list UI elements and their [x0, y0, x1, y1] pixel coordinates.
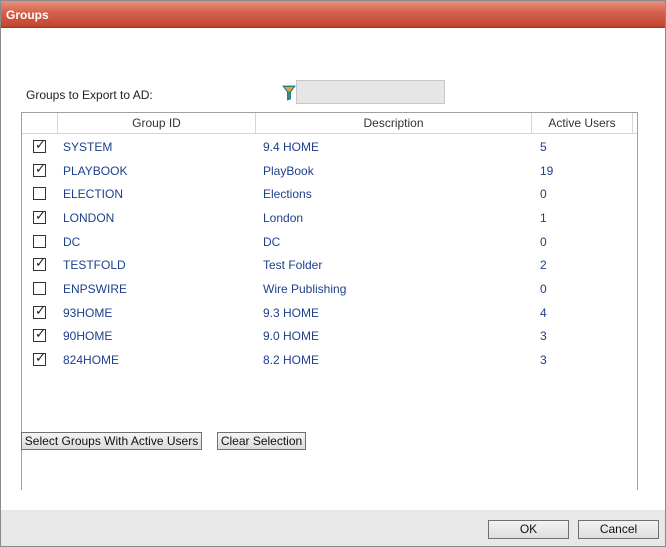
active-users-cell: 0 [540, 234, 547, 249]
check-icon: ✓ [35, 303, 46, 319]
cancel-button[interactable]: Cancel [578, 520, 659, 539]
group-id-cell: PLAYBOOK [63, 163, 128, 178]
table-row[interactable]: ✓ PLAYBOOK PlayBook 19 [22, 159, 633, 182]
row-checkbox[interactable]: ✓ [33, 350, 46, 366]
description-cell: London [263, 210, 304, 225]
group-id-cell: 824HOME [63, 352, 120, 367]
group-id-cell: TESTFOLD [63, 258, 126, 273]
group-id-cell: DC [63, 234, 81, 249]
description-cell: 9.4 HOME [263, 140, 320, 154]
clear-selection-button[interactable]: Clear Selection [217, 432, 306, 450]
table-row[interactable]: ✓ 824HOME 8.2 HOME 3 [22, 348, 633, 371]
active-users-cell: 1 [540, 210, 547, 225]
table-row[interactable]: ✓ TESTFOLD Test Folder 2 [22, 253, 633, 276]
check-icon: ✓ [35, 138, 46, 153]
description-cell: 9.0 HOME [263, 329, 320, 344]
table-row[interactable]: ✓ LONDON London 1 [22, 206, 633, 229]
header-active-users[interactable]: Active Users [532, 113, 633, 134]
table-row[interactable]: ✓ 90HOME 9.0 HOME 3 [22, 324, 633, 347]
group-id-cell: ENPSWIRE [63, 281, 128, 296]
group-id-cell: LONDON [63, 210, 115, 225]
row-checkbox[interactable] [33, 234, 46, 248]
table-row[interactable]: ✓ SYSTEM 9.4 HOME 5 [22, 135, 633, 158]
dialog-footer: OK Cancel [1, 510, 665, 546]
ok-button[interactable]: OK [488, 520, 569, 539]
description-cell: Test Folder [263, 258, 323, 273]
check-icon: ✓ [35, 327, 46, 343]
grid-header: Group ID Description Active Users [22, 113, 637, 134]
description-cell: 8.2 HOME [263, 352, 320, 367]
description-cell: PlayBook [263, 163, 314, 178]
table-row[interactable]: ENPSWIRE Wire Publishing 0 [22, 277, 633, 300]
filter-label: Groups to Export to AD: [26, 88, 153, 102]
groups-dialog: Groups Groups to Export to AD: Group ID … [0, 0, 666, 547]
active-users-cell: 3 [540, 329, 547, 344]
active-users-cell: 4 [540, 305, 547, 320]
group-id-cell: 93HOME [63, 305, 113, 320]
row-checkbox[interactable]: ✓ [33, 327, 46, 343]
filter-input[interactable] [296, 80, 445, 104]
group-id-cell: SYSTEM [63, 140, 113, 154]
filter-icon [282, 85, 296, 101]
check-icon: ✓ [35, 161, 46, 177]
header-group-id[interactable]: Group ID [58, 113, 256, 134]
row-checkbox[interactable]: ✓ [33, 208, 46, 224]
row-checkbox[interactable] [33, 281, 46, 295]
active-users-cell: 0 [540, 187, 547, 202]
group-id-cell: 90HOME [63, 329, 113, 344]
description-cell: Wire Publishing [263, 281, 347, 296]
active-users-cell: 5 [540, 140, 547, 154]
check-icon: ✓ [35, 256, 46, 272]
row-checkbox[interactable] [33, 187, 46, 201]
description-cell: Elections [263, 187, 312, 202]
check-icon: ✓ [35, 350, 46, 366]
check-icon: ✓ [35, 208, 46, 224]
description-cell: 9.3 HOME [263, 305, 320, 320]
row-checkbox[interactable]: ✓ [33, 138, 46, 153]
title-bar[interactable]: Groups [1, 1, 665, 28]
row-checkbox[interactable]: ✓ [33, 256, 46, 272]
table-row[interactable]: ELECTION Elections 0 [22, 182, 633, 205]
header-select-column[interactable] [22, 113, 58, 134]
active-users-cell: 19 [540, 163, 554, 178]
active-users-cell: 3 [540, 352, 547, 367]
row-checkbox[interactable]: ✓ [33, 161, 46, 177]
active-users-cell: 0 [540, 281, 547, 296]
active-users-cell: 2 [540, 258, 547, 273]
description-cell: DC [263, 234, 281, 249]
window-title: Groups [6, 8, 49, 22]
select-active-users-button[interactable]: Select Groups With Active Users [21, 432, 202, 450]
group-id-cell: ELECTION [63, 187, 124, 202]
table-row[interactable]: ✓ 93HOME 9.3 HOME 4 [22, 301, 633, 324]
table-row[interactable]: DC DC 0 [22, 230, 633, 253]
header-description[interactable]: Description [256, 113, 532, 134]
row-checkbox[interactable]: ✓ [33, 303, 46, 319]
